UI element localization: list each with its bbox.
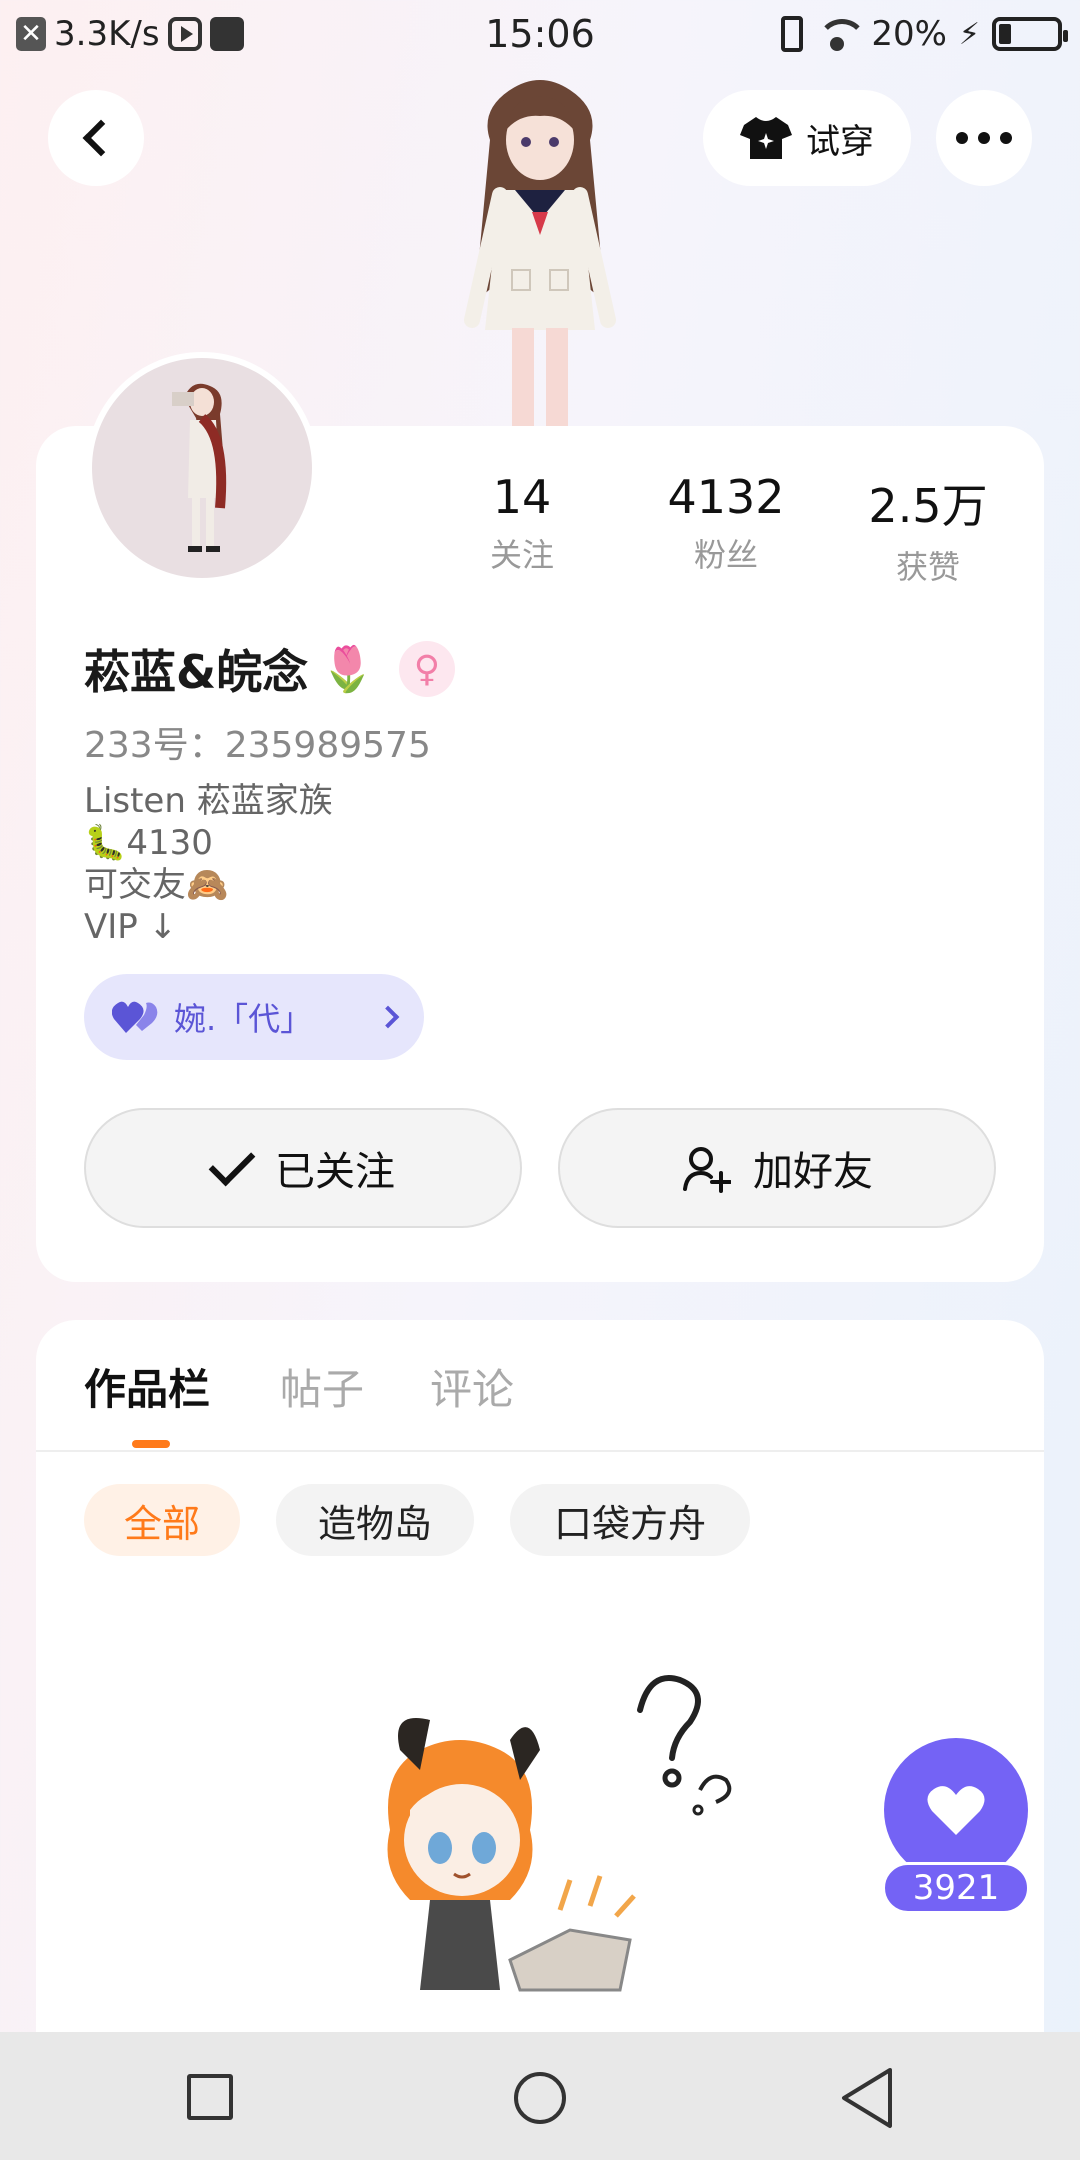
tab-works[interactable]: 作品栏	[84, 1356, 210, 1417]
back-nav-button[interactable]	[838, 2066, 898, 2130]
try-on-button[interactable]: 试穿	[703, 90, 911, 186]
like-float-button[interactable]	[884, 1738, 1028, 1882]
status-bar: ✕ 3.3K/s 15:06 20% ⚡	[0, 0, 1080, 72]
tab-comments[interactable]: 评论	[430, 1356, 514, 1417]
avatar-figure	[172, 383, 227, 552]
add-friend-label: 加好友	[753, 1149, 873, 1195]
stat-value: 4132	[667, 470, 785, 524]
bio-line: VIP ↓	[84, 907, 178, 947]
nickname-row: 菘蓝&皖念 🌷 ♀	[84, 636, 455, 702]
stat-likes[interactable]: 2.5万 获赞	[838, 470, 1018, 588]
stat-label: 获赞	[895, 548, 960, 586]
female-gender-icon: ♀	[398, 641, 455, 697]
stat-value: 14	[492, 470, 552, 524]
add-friend-button[interactable]: 加好友	[558, 1108, 996, 1228]
chevron-right-icon	[376, 1005, 400, 1029]
empty-state-illustration	[387, 1675, 732, 1992]
home-button[interactable]	[514, 2072, 566, 2124]
active-tab-indicator	[132, 1440, 170, 1448]
try-on-label: 试穿	[806, 121, 874, 162]
stat-value: 2.5万	[868, 479, 988, 533]
check-icon	[208, 1139, 256, 1187]
tulip-icon: 🌷	[320, 644, 375, 695]
charging-icon: ⚡	[958, 16, 980, 52]
stat-fans[interactable]: 4132 粉丝	[636, 470, 816, 576]
user-id[interactable]: 233号：235989575	[84, 716, 431, 768]
status-right: 20% ⚡	[781, 14, 1068, 54]
heart-icon	[927, 1786, 985, 1835]
filter-chip-ark[interactable]: 口袋方舟	[510, 1484, 750, 1556]
filter-chip-all[interactable]: 全部	[84, 1484, 240, 1556]
nickname: 菘蓝&皖念	[84, 645, 309, 699]
bio-line: 可交友🙈	[84, 865, 229, 905]
shirt-icon	[740, 117, 792, 159]
avatar[interactable]	[86, 352, 318, 584]
chevron-left-icon	[82, 119, 120, 157]
bio-line: Listen 菘蓝家族	[84, 781, 333, 821]
tab-posts[interactable]: 帖子	[280, 1356, 364, 1417]
followed-label: 已关注	[275, 1149, 395, 1195]
battery-percent: 20%	[871, 14, 947, 54]
family-badge[interactable]: 婉.「代」	[84, 974, 424, 1060]
battery-icon	[992, 17, 1068, 51]
more-button[interactable]	[936, 90, 1032, 186]
like-count: 3921	[882, 1862, 1030, 1914]
filter-chip-island[interactable]: 造物岛	[276, 1484, 474, 1556]
stat-following[interactable]: 14 关注	[432, 470, 612, 576]
stat-label: 粉丝	[693, 536, 758, 574]
recent-apps-button[interactable]	[187, 2074, 233, 2120]
avatar-3d-figure[interactable]	[420, 70, 660, 430]
add-friend-icon	[683, 1147, 731, 1193]
more-dots-icon	[956, 132, 1012, 144]
bio: Listen 菘蓝家族 🐛4130 可交友🙈 VIP ↓	[84, 780, 333, 948]
back-button[interactable]	[48, 90, 144, 186]
vibrate-icon	[781, 16, 804, 52]
followed-button[interactable]: 已关注	[84, 1108, 522, 1228]
double-heart-icon	[112, 1001, 158, 1033]
family-label: 婉.「代」	[174, 1000, 313, 1038]
wifi-icon	[815, 17, 868, 51]
stat-label: 关注	[489, 536, 554, 574]
bio-line: 🐛4130	[84, 823, 213, 863]
tab-divider	[36, 1450, 1044, 1452]
